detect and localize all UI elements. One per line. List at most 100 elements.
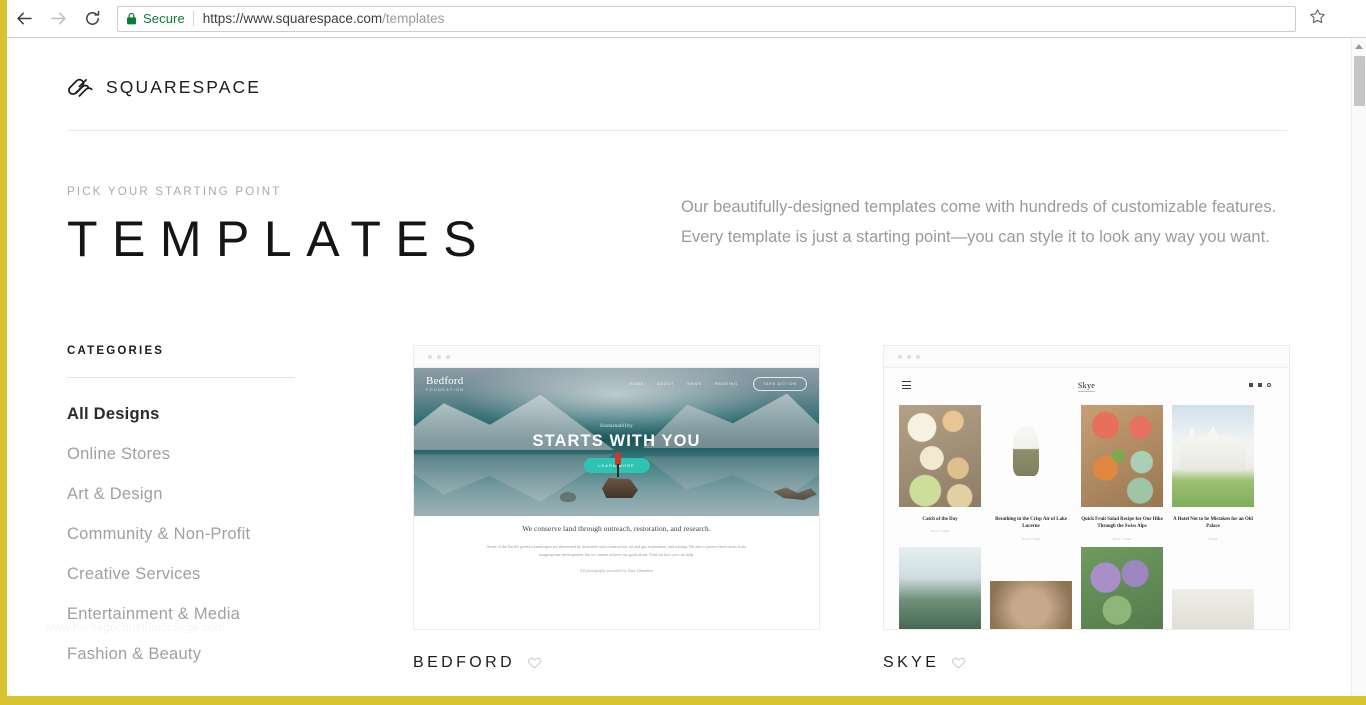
- preview-body: Bedford FOUNDATION HOME ABOUT NEWS READI…: [414, 368, 819, 629]
- hero-left: PICK YOUR STARTING POINT TEMPLATES: [67, 186, 667, 267]
- bedford-brand-sub: FOUNDATION: [426, 387, 465, 392]
- bookmark-button[interactable]: [1302, 4, 1332, 34]
- lock-icon: [126, 12, 137, 25]
- site-logo[interactable]: SQUARESPACE: [67, 60, 1291, 114]
- sidebar-item-entertainment-media[interactable]: Entertainment & Media: [67, 605, 240, 645]
- window-dot: [437, 354, 441, 359]
- bedford-brand: Bedford FOUNDATION: [426, 375, 465, 393]
- sidebar-item-online-stores[interactable]: Online Stores: [67, 445, 170, 485]
- forward-button[interactable]: [41, 2, 75, 36]
- back-button[interactable]: [7, 2, 41, 36]
- sidebar-item-art-and-design[interactable]: Art & Design: [67, 485, 163, 525]
- skye-post: A Hotel Not to be Mistaken for an Old Pa…: [1172, 405, 1254, 541]
- window-dot: [446, 354, 450, 359]
- arrow-right-icon: [49, 9, 68, 28]
- heart-icon[interactable]: [951, 656, 966, 670]
- post-image: [1172, 588, 1254, 629]
- skye-nav: Skye: [884, 368, 1289, 402]
- bedford-credit-prefix: All photography provided by: [579, 568, 628, 574]
- bedford-copy-block: We conserve land through outreach, resto…: [414, 524, 819, 573]
- post-meta: Food + Drink: [930, 529, 950, 534]
- bedford-nav-about: ABOUT: [657, 382, 675, 386]
- post-image: [990, 580, 1072, 629]
- template-grid: Bedford FOUNDATION HOME ABOUT NEWS READI…: [413, 345, 1290, 685]
- url-text: https://www.squarespace.com/templates: [203, 11, 445, 26]
- omnibox-divider: [192, 11, 194, 26]
- bedford-nav-items: HOME ABOUT NEWS READING TAKE ACTION: [629, 377, 807, 391]
- bedford-credit-name: Jesse Chambers: [627, 568, 654, 574]
- hero-description: Our beautifully-designed templates come …: [681, 198, 1277, 246]
- post-image: [899, 546, 981, 629]
- squarespace-templates-page: SQUARESPACE PICK YOUR STARTING POINT TEM…: [7, 38, 1351, 696]
- skye-post: [899, 546, 981, 629]
- hero-section: PICK YOUR STARTING POINT TEMPLATES Our b…: [7, 131, 1351, 267]
- preview-browser-bar: [884, 346, 1289, 368]
- categories-title: CATEGORIES: [67, 345, 165, 357]
- window-dot: [907, 354, 911, 359]
- chevron-up-icon: [1355, 43, 1363, 49]
- sidebar-item-all-designs[interactable]: All Designs: [67, 405, 160, 445]
- browser-window-frame: Secure https://www.squarespace.com/templ…: [0, 0, 1366, 705]
- template-card-skye[interactable]: Skye Catch of the Day Food + Drink Breat…: [883, 345, 1290, 685]
- browser-menu-button[interactable]: [1332, 4, 1362, 34]
- bedford-nav-reading: READING: [714, 382, 738, 386]
- window-dot: [916, 354, 920, 359]
- skye-post-grid-row2: [884, 546, 1289, 629]
- site-header: SQUARESPACE: [7, 38, 1351, 131]
- page-title: TEMPLATES: [67, 211, 492, 267]
- address-bar[interactable]: Secure https://www.squarespace.com/templ…: [117, 5, 1296, 32]
- template-preview-skye[interactable]: Skye Catch of the Day Food + Drink Breat…: [883, 345, 1290, 630]
- skye-post: [990, 547, 1072, 629]
- skye-post: Catch of the Day Food + Drink: [899, 405, 981, 541]
- template-card-bedford[interactable]: Bedford FOUNDATION HOME ABOUT NEWS READI…: [413, 345, 820, 685]
- secure-label: Secure: [143, 11, 185, 26]
- window-dot: [428, 354, 432, 359]
- post-caption: Quick Fruit Salad Recipe for Our Hike Th…: [1081, 517, 1163, 530]
- person-legs: [616, 464, 620, 477]
- post-image: [1172, 405, 1254, 507]
- small-rock: [560, 492, 576, 502]
- squarespace-logo-icon: [67, 75, 95, 99]
- bedford-nav-news: NEWS: [687, 382, 702, 386]
- post-image: [1081, 405, 1163, 507]
- post-caption: Breathing in the Crisp Air of Lake Lucer…: [995, 517, 1067, 530]
- post-meta: Travel + Style: [1021, 536, 1041, 541]
- categories-sidebar: CATEGORIES All Designs Online Stores Art…: [45, 345, 413, 685]
- bedford-kicker: Sustainability: [599, 424, 634, 429]
- sidebar-item-creative-services[interactable]: Creative Services: [67, 565, 201, 605]
- template-name-bedford: BEDFORD: [413, 654, 516, 671]
- categories-divider: [67, 377, 295, 378]
- vertical-scrollbar[interactable]: [1351, 38, 1366, 696]
- template-name-skye: SKYE: [883, 654, 940, 671]
- bedford-nav-home: HOME: [629, 382, 644, 386]
- heart-icon[interactable]: [527, 656, 542, 670]
- sidebar-item-fashion-beauty[interactable]: Fashion & Beauty: [67, 645, 201, 685]
- categories-list: All Designs Online Stores Art & Design C…: [67, 405, 413, 685]
- sidebar-item-community-non-profit[interactable]: Community & Non-Profit: [67, 525, 250, 565]
- post-caption: Catch of the Day: [922, 517, 958, 522]
- reload-button[interactable]: [75, 2, 109, 36]
- reload-icon: [83, 9, 102, 28]
- skye-post: Quick Fruit Salad Recipe for Our Hike Th…: [1081, 405, 1163, 541]
- post-image: [899, 405, 981, 507]
- bedford-cta-button: TAKE ACTION: [752, 377, 807, 391]
- template-card-footer: SKYE: [883, 630, 1290, 672]
- url-path: /templates: [382, 11, 445, 26]
- scrollbar-thumb[interactable]: [1354, 56, 1365, 106]
- bedford-headline: STARTS WITH YOU: [532, 432, 701, 450]
- template-preview-bedford[interactable]: Bedford FOUNDATION HOME ABOUT NEWS READI…: [413, 345, 820, 630]
- page-viewport: SQUARESPACE PICK YOUR STARTING POINT TEM…: [7, 38, 1366, 696]
- person-figure: [615, 452, 621, 480]
- post-caption: A Hotel Not to be Mistaken for an Old Pa…: [1173, 517, 1253, 530]
- post-image: [1081, 546, 1163, 629]
- bedford-lede: We conserve land through outreach, resto…: [522, 524, 711, 533]
- post-meta: Food + Drink: [1112, 536, 1132, 541]
- scroll-up-button[interactable]: [1352, 38, 1366, 54]
- post-image: [990, 405, 1072, 507]
- template-card-footer: BEDFORD: [413, 630, 820, 672]
- preview-body: Skye Catch of the Day Food + Drink Breat…: [884, 368, 1289, 629]
- skye-post-grid: Catch of the Day Food + Drink Breathing …: [884, 405, 1289, 541]
- star-icon: [1309, 8, 1326, 30]
- hero-right: Our beautifully-designed templates come …: [681, 186, 1281, 267]
- preview-browser-bar: [414, 346, 819, 368]
